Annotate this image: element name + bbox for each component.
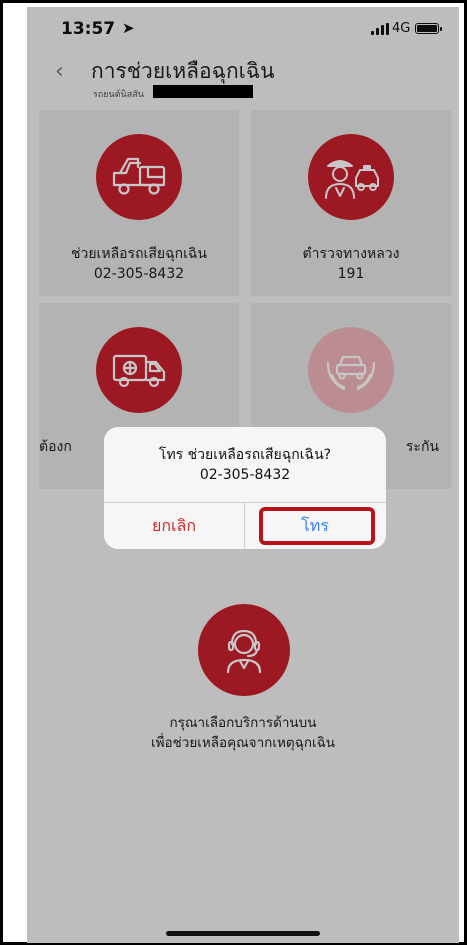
- dialog-phone: 02-305-8432: [199, 467, 291, 483]
- cancel-button[interactable]: ยกเลิก: [104, 503, 244, 549]
- phone-frame: 13:57 ➤ 4G ‹ การช่วยเหลือฉุกเฉิน รถยนต์น…: [0, 0, 467, 945]
- call-button-highlight: [259, 507, 375, 545]
- dialog-message: โทร ช่วยเหลือรถเสียฉุกเฉิน?: [158, 447, 332, 463]
- screen: 13:57 ➤ 4G ‹ การช่วยเหลือฉุกเฉิน รถยนต์น…: [27, 7, 459, 943]
- home-indicator[interactable]: [166, 931, 320, 936]
